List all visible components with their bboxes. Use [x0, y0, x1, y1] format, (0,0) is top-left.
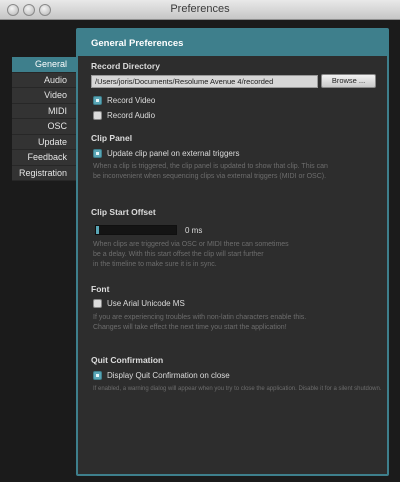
quit-confirmation-option: Display Quit Confirmation on close	[93, 370, 230, 381]
update-clip-panel-option: Update clip panel on external triggers	[93, 148, 240, 159]
record-audio-checkbox[interactable]	[93, 111, 102, 120]
font-help-line: If you are experiencing troubles with no…	[93, 314, 307, 321]
title-bar: Preferences	[0, 0, 400, 20]
sidebar-item-update[interactable]: Update	[12, 134, 77, 150]
font-help: If you are experiencing troubles with no…	[93, 313, 383, 333]
use-arial-unicode-checkbox[interactable]	[93, 299, 102, 308]
record-video-checkbox[interactable]	[93, 96, 102, 105]
record-video-option: Record Video	[93, 95, 155, 106]
window-title: Preferences	[170, 3, 230, 15]
clip-start-offset-title: Clip Start Offset	[91, 207, 156, 217]
sidebar-item-general[interactable]: General	[12, 57, 77, 73]
clip-panel-help-line: When a clip is triggered, the clip panel…	[93, 163, 328, 170]
update-clip-panel-checkbox[interactable]	[93, 149, 102, 158]
record-directory-input[interactable]	[91, 75, 318, 88]
update-clip-panel-label: Update clip panel on external triggers	[107, 149, 240, 158]
quit-confirmation-help: If enabled, a warning dialog will appear…	[93, 386, 382, 392]
panel-title: General Preferences	[78, 30, 387, 56]
clip-start-offset-help-line: When clips are triggered via OSC or MIDI…	[93, 241, 289, 248]
clip-start-offset-help: When clips are triggered via OSC or MIDI…	[93, 240, 383, 270]
record-video-label: Record Video	[107, 96, 156, 105]
sidebar-item-video[interactable]: Video	[12, 88, 77, 104]
browse-button[interactable]: Browse ...	[321, 74, 376, 88]
font-help-line: Changes will take effect the next time y…	[93, 324, 287, 331]
clip-start-offset-fill	[96, 226, 99, 234]
quit-confirmation-label: Display Quit Confirmation on close	[107, 371, 230, 380]
clip-panel-help: When a clip is triggered, the clip panel…	[93, 162, 383, 182]
clip-start-offset-help-line: be a delay. With this start offset the c…	[93, 251, 264, 258]
quit-confirmation-checkbox[interactable]	[93, 371, 102, 380]
font-title: Font	[91, 284, 110, 294]
sidebar-item-osc[interactable]: OSC	[12, 119, 77, 135]
quit-confirmation-title: Quit Confirmation	[91, 355, 164, 365]
record-audio-label: Record Audio	[107, 111, 156, 120]
sidebar-item-feedback[interactable]: Feedback	[12, 150, 77, 166]
record-directory-title: Record Directory	[91, 61, 160, 71]
record-audio-option: Record Audio	[93, 110, 155, 121]
clip-panel-title: Clip Panel	[91, 133, 133, 143]
sidebar-item-audio[interactable]: Audio	[12, 72, 77, 88]
clip-start-offset-slider[interactable]	[95, 225, 177, 235]
clip-start-offset-help-line: in the timeline to make sure it is in sy…	[93, 261, 217, 268]
sidebar-item-midi[interactable]: MIDI	[12, 103, 77, 119]
preferences-sidebar: General Audio Video MIDI OSC Update Feed…	[12, 57, 77, 181]
general-preferences-panel: General Preferences Record Directory Bro…	[76, 28, 389, 476]
use-arial-unicode-option: Use Arial Unicode MS	[93, 298, 185, 309]
sidebar-item-registration[interactable]: Registration	[12, 165, 77, 181]
use-arial-unicode-label: Use Arial Unicode MS	[107, 299, 185, 308]
clip-panel-help-line: be inconvenient when sequencing clips vi…	[93, 173, 327, 180]
clip-start-offset-value: 0 ms	[185, 226, 203, 235]
